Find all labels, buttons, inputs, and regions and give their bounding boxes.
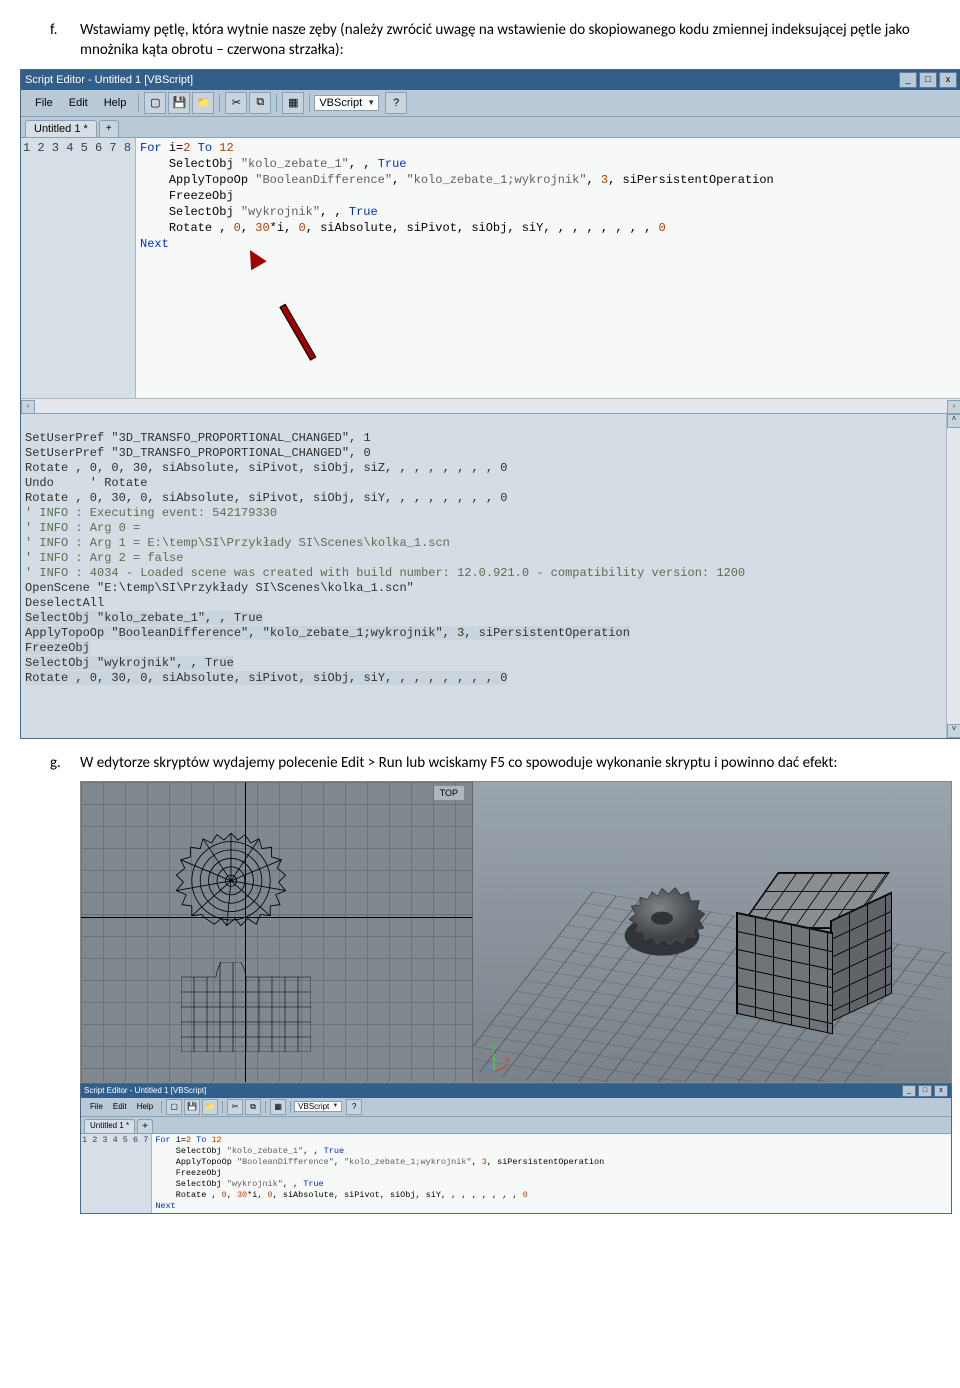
- code-text[interactable]: For i=2 To 12 SelectObj "kolo_zebate_1",…: [136, 138, 960, 398]
- log-line: Rotate , 0, 30, 0, siAbsolute, siPivot, …: [25, 491, 507, 505]
- menu-edit[interactable]: Edit: [108, 1101, 132, 1112]
- script-editor-window-small: Script Editor - Untitled 1 [VBScript] _ …: [80, 1083, 952, 1214]
- log-line: SelectObj "kolo_zebate_1", , True: [25, 611, 263, 625]
- viewport-perspective[interactable]: y x: [473, 782, 951, 1082]
- toolbar-separator: [265, 1101, 266, 1113]
- help-icon[interactable]: ?: [385, 92, 407, 114]
- minimize-button[interactable]: _: [899, 72, 917, 88]
- help-icon[interactable]: ?: [346, 1099, 362, 1115]
- close-button[interactable]: x: [939, 72, 957, 88]
- scroll-right-icon[interactable]: ›: [947, 400, 960, 414]
- tab-strip: Untitled 1 * +: [21, 117, 960, 138]
- log-line: ' INFO : Executing event: 542179330: [25, 506, 277, 520]
- menu-bar: File Edit Help ▢ 💾 📁 ✂ ⧉ ▦ VBScript ?: [21, 90, 960, 117]
- code-area[interactable]: 1 2 3 4 5 6 7 8 For i=2 To 12 SelectObj …: [21, 138, 960, 398]
- open-icon[interactable]: 📁: [202, 1099, 218, 1115]
- language-select[interactable]: VBScript: [314, 95, 379, 111]
- menu-help[interactable]: Help: [96, 95, 135, 111]
- copy-icon[interactable]: ⧉: [245, 1099, 261, 1115]
- toolbar-separator: [290, 1101, 291, 1113]
- log-line: ' INFO : Arg 2 = false: [25, 551, 183, 565]
- menu-file[interactable]: File: [85, 1101, 108, 1112]
- code-area-small[interactable]: 1 2 3 4 5 6 7 For i=2 To 12 SelectObj "k…: [81, 1134, 951, 1213]
- new-file-icon[interactable]: ▢: [166, 1099, 182, 1115]
- line-gutter-small: 1 2 3 4 5 6 7: [81, 1134, 152, 1213]
- log-line: SelectObj "wykrojnik", , True: [25, 656, 234, 670]
- log-line: ' INFO : 4034 - Loaded scene was created…: [25, 566, 745, 580]
- horizontal-scrollbar[interactable]: ‹ ›: [21, 398, 960, 413]
- toolbar-separator: [138, 94, 139, 112]
- log-line: Rotate , 0, 30, 0, siAbsolute, siPivot, …: [25, 671, 507, 685]
- viewport-panel: TOP: [80, 781, 952, 1083]
- tab-add-button[interactable]: +: [99, 120, 119, 137]
- block-wireframe-top: [181, 962, 311, 1052]
- paragraph-f: f. Wstawiamy pętlę, która wytnie nasze z…: [50, 20, 920, 61]
- code-text-small[interactable]: For i=2 To 12 SelectObj "kolo_zebate_1",…: [152, 1134, 951, 1213]
- paragraph-g-text: W edytorze skryptów wydajemy polecenie E…: [80, 753, 920, 773]
- maximize-button[interactable]: □: [919, 72, 937, 88]
- log-line: Undo ' Rotate: [25, 476, 147, 490]
- tab-untitled[interactable]: Untitled 1 *: [84, 1119, 135, 1133]
- scroll-up-icon[interactable]: ˄: [947, 414, 960, 428]
- menu-edit[interactable]: Edit: [61, 95, 96, 111]
- toolbar-separator: [222, 1101, 223, 1113]
- maximize-button[interactable]: □: [918, 1085, 932, 1097]
- log-line: FreezeObj: [25, 641, 90, 655]
- window-title: Script Editor - Untitled 1 [VBScript]: [25, 74, 897, 86]
- new-file-icon[interactable]: ▢: [144, 92, 166, 114]
- menu-help[interactable]: Help: [132, 1101, 158, 1112]
- log-line: ' INFO : Arg 0 =: [25, 521, 140, 535]
- window-title-small: Script Editor - Untitled 1 [VBScript]: [84, 1086, 900, 1095]
- save-icon[interactable]: 💾: [184, 1099, 200, 1115]
- cut-icon[interactable]: ✂: [225, 92, 247, 114]
- menu-file[interactable]: File: [27, 95, 61, 111]
- copy-icon[interactable]: ⧉: [249, 92, 271, 114]
- scroll-left-icon[interactable]: ‹: [21, 400, 35, 414]
- log-line: DeselectAll: [25, 596, 104, 610]
- log-area[interactable]: SetUserPref "3D_TRANSFO_PROPORTIONAL_CHA…: [21, 413, 960, 738]
- toolbar-separator: [276, 94, 277, 112]
- menu-bar-small: File Edit Help ▢ 💾 📁 ✂ ⧉ ▦ VBScript ?: [81, 1098, 951, 1117]
- toolbar-separator: [219, 94, 220, 112]
- minimize-button[interactable]: _: [902, 1085, 916, 1097]
- language-select[interactable]: VBScript: [294, 1101, 342, 1112]
- toolbar-separator: [309, 94, 310, 112]
- tab-add-button[interactable]: +: [137, 1119, 153, 1133]
- cube-3d: [736, 902, 876, 1022]
- red-arrow-annotation: [255, 229, 388, 388]
- gear-wireframe-top: [161, 822, 301, 962]
- log-line: OpenScene "E:\temp\SI\Przykłady SI\Scene…: [25, 581, 414, 595]
- log-line: ApplyTopoOp "BooleanDifference", "kolo_z…: [25, 626, 630, 640]
- viewport-top[interactable]: TOP: [81, 782, 473, 1082]
- vertical-scrollbar[interactable]: ˄ ˅: [946, 414, 960, 738]
- save-icon[interactable]: 💾: [168, 92, 190, 114]
- cut-icon[interactable]: ✂: [227, 1099, 243, 1115]
- viewport-label-top: TOP: [434, 786, 464, 800]
- open-icon[interactable]: 📁: [192, 92, 214, 114]
- title-bar-small: Script Editor - Untitled 1 [VBScript] _ …: [81, 1084, 951, 1098]
- run-icon[interactable]: ▦: [282, 92, 304, 114]
- scroll-down-icon[interactable]: ˅: [947, 724, 960, 738]
- log-line: ' INFO : Arg 1 = E:\temp\SI\Przykłady SI…: [25, 536, 450, 550]
- title-bar: Script Editor - Untitled 1 [VBScript] _ …: [21, 70, 960, 90]
- axis-gizmo: y x: [479, 1046, 509, 1076]
- close-button[interactable]: x: [934, 1085, 948, 1097]
- list-marker-f: f.: [50, 20, 80, 61]
- log-line: SetUserPref "3D_TRANSFO_PROPORTIONAL_CHA…: [25, 431, 371, 445]
- run-icon[interactable]: ▦: [270, 1099, 286, 1115]
- paragraph-f-text: Wstawiamy pętlę, która wytnie nasze zęby…: [80, 20, 920, 61]
- tab-strip-small: Untitled 1 * +: [81, 1117, 951, 1134]
- tab-untitled[interactable]: Untitled 1 *: [25, 120, 97, 137]
- toolbar-separator: [161, 1101, 162, 1113]
- script-editor-window: Script Editor - Untitled 1 [VBScript] _ …: [20, 69, 960, 739]
- log-line: SetUserPref "3D_TRANSFO_PROPORTIONAL_CHA…: [25, 446, 371, 460]
- log-line: Rotate , 0, 0, 30, siAbsolute, siPivot, …: [25, 461, 507, 475]
- list-marker-g: g.: [50, 753, 80, 773]
- line-gutter: 1 2 3 4 5 6 7 8: [21, 138, 136, 398]
- gear-3d: [607, 872, 717, 982]
- paragraph-g: g. W edytorze skryptów wydajemy poleceni…: [50, 753, 920, 773]
